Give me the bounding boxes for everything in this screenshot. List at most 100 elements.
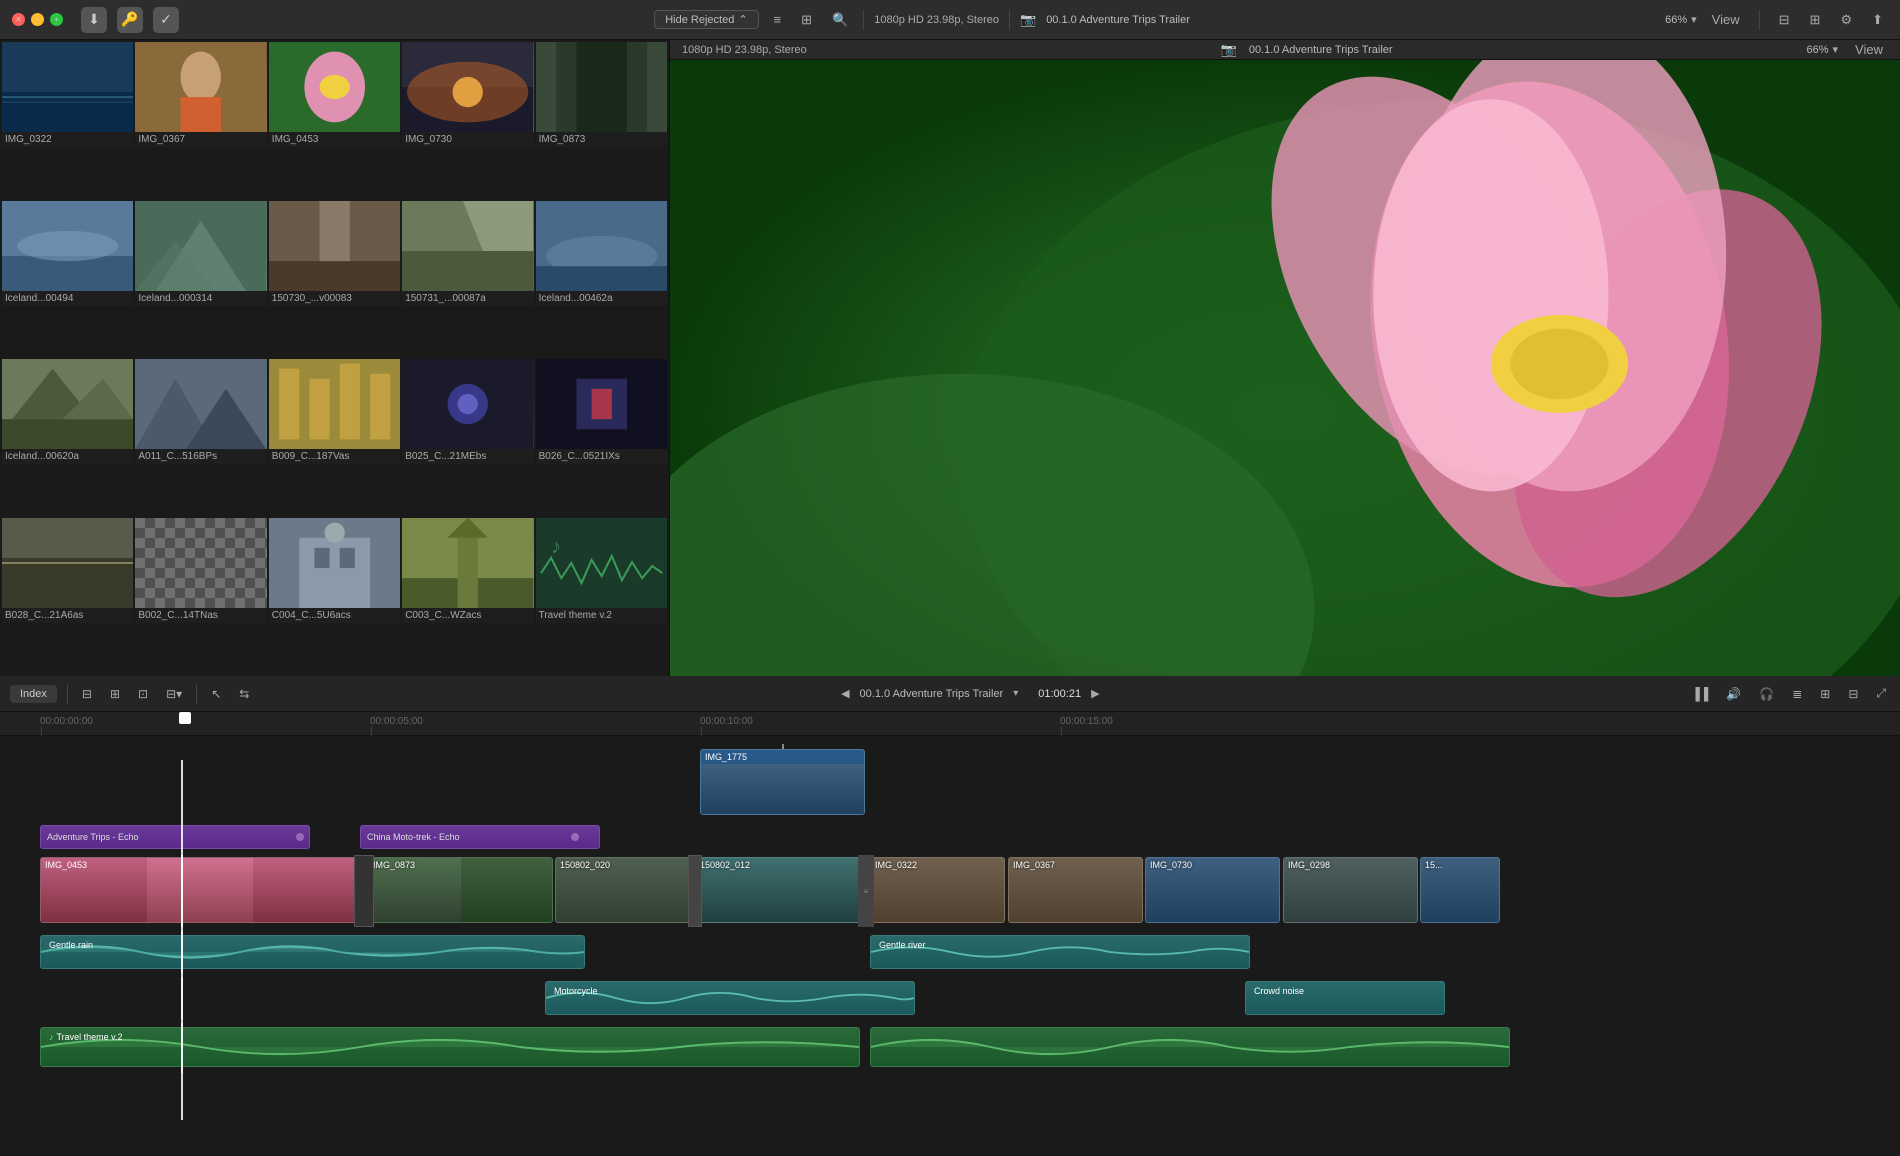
maximize-button[interactable]: + bbox=[50, 13, 63, 26]
video-clip[interactable]: 150802_020 bbox=[555, 857, 695, 923]
tl-layout[interactable]: ⊟ bbox=[1844, 685, 1862, 703]
video-clip[interactable]: IMG_0453 bbox=[40, 857, 360, 923]
grid-icon[interactable]: ⊟ bbox=[1774, 10, 1795, 30]
zoom-label: 66% bbox=[1665, 14, 1687, 26]
media-grid: IMG_0322 IMG_0367 bbox=[0, 40, 669, 676]
tl-adjust[interactable]: ≣ bbox=[1788, 685, 1806, 703]
key-icon[interactable]: 🔑 bbox=[117, 7, 143, 33]
music-clip[interactable]: ♪ Travel theme v.2 bbox=[40, 1027, 860, 1067]
clip-label: IMG_0322 bbox=[871, 858, 921, 872]
audio-clip[interactable]: Gentle rain bbox=[40, 935, 585, 969]
tl-fullscreen[interactable]: ⤢ bbox=[1872, 684, 1890, 703]
tl-nav-next[interactable]: ▶ bbox=[1091, 687, 1099, 700]
hide-rejected-button[interactable]: Hide Rejected ⌃ bbox=[654, 10, 758, 29]
list-item[interactable]: C004_C...5U6acs bbox=[269, 518, 400, 675]
clip-label: IMG_0453 bbox=[41, 858, 91, 872]
dropdown-arrow: ⌃ bbox=[738, 13, 747, 26]
connected-clip-row: IMG_1775 bbox=[0, 744, 1900, 819]
tl-headphones[interactable]: 🎧 bbox=[1755, 685, 1778, 703]
list-item[interactable]: IMG_0367 bbox=[135, 42, 266, 199]
list-item[interactable]: B025_C...21MEbs bbox=[402, 359, 533, 516]
tl-trim-button[interactable]: ⇆ bbox=[235, 685, 253, 703]
list-item[interactable]: Iceland...00494 bbox=[2, 201, 133, 358]
thumbnail bbox=[269, 518, 400, 608]
list-item[interactable]: IMG_0873 bbox=[536, 42, 667, 199]
list-item[interactable]: IMG_0453 bbox=[269, 42, 400, 199]
video-clip[interactable]: IMG_0322 bbox=[870, 857, 1005, 923]
thumbnail bbox=[2, 518, 133, 608]
list-item[interactable]: ♪ Travel theme v.2 bbox=[536, 518, 667, 675]
list-item[interactable]: B026_C...0521IXs bbox=[536, 359, 667, 516]
share-icon[interactable]: ⬆ bbox=[1867, 10, 1888, 30]
list-item[interactable]: B028_C...21A6as bbox=[2, 518, 133, 675]
close-button[interactable]: ✕ bbox=[12, 13, 25, 26]
index-button[interactable]: Index bbox=[10, 685, 57, 703]
waveform-svg bbox=[871, 1028, 1509, 1066]
tl-dropdown-button[interactable]: ⊟▾ bbox=[162, 685, 186, 703]
list-item[interactable]: B002_C...14TNas bbox=[135, 518, 266, 675]
ruler-mark-3: 00:00:15:00 bbox=[1060, 716, 1113, 727]
format-info: 1080p HD 23.98p, Stereo bbox=[874, 14, 999, 26]
media-label: Iceland...00462a bbox=[536, 291, 667, 306]
settings-icon[interactable]: ⚙ bbox=[1835, 10, 1857, 30]
minimize-button[interactable]: − bbox=[31, 13, 44, 26]
library-icon[interactable]: ⬇ bbox=[81, 7, 107, 33]
video-clip[interactable]: IMG_0873 bbox=[368, 857, 553, 923]
video-clip[interactable]: IMG_0730 bbox=[1145, 857, 1280, 923]
audio-clip[interactable]: Motorcycle bbox=[545, 981, 915, 1015]
list-item[interactable]: IMG_0322 bbox=[2, 42, 133, 199]
clip-label: Gentle rain bbox=[43, 938, 99, 952]
list-item[interactable]: A011_C...516BPs bbox=[135, 359, 266, 516]
tl-audio-meter[interactable]: ▐▐ bbox=[1687, 685, 1712, 703]
tl-volume[interactable]: 🔊 bbox=[1722, 685, 1745, 703]
list-item[interactable]: IMG_0730 bbox=[402, 42, 533, 199]
list-item[interactable]: 150730_...v00083 bbox=[269, 201, 400, 358]
tl-select-button[interactable]: ↖ bbox=[207, 685, 225, 703]
video-clip[interactable]: IMG_0298 bbox=[1283, 857, 1418, 923]
tl-nav-prev[interactable]: ◀ bbox=[841, 687, 849, 700]
list-view-button[interactable]: ≡ bbox=[769, 10, 787, 29]
media-label: A011_C...516BPs bbox=[135, 449, 266, 464]
clip-label: 15... bbox=[1421, 858, 1447, 872]
list-item[interactable]: B009_C...187Vas bbox=[269, 359, 400, 516]
preview-toolbar: 1080p HD 23.98p, Stereo 📷 00.1.0 Adventu… bbox=[670, 40, 1900, 60]
list-item[interactable]: Iceland...00462a bbox=[536, 201, 667, 358]
tl-clip-button[interactable]: ⊟ bbox=[78, 685, 96, 703]
check-icon[interactable]: ✓ bbox=[153, 7, 179, 33]
list-item[interactable]: Iceland...00620a bbox=[2, 359, 133, 516]
layout-icon[interactable]: ⊞ bbox=[1805, 10, 1826, 30]
video-clip[interactable]: 15... bbox=[1420, 857, 1500, 923]
tl-clip-view[interactable]: ⊞ bbox=[1816, 685, 1834, 703]
music-clip[interactable] bbox=[870, 1027, 1510, 1067]
camera-icon: 📷 bbox=[1020, 12, 1036, 28]
tl-arrow-button[interactable]: ⊡ bbox=[134, 685, 152, 703]
list-item[interactable]: 150731_...00087a bbox=[402, 201, 533, 358]
audio-clip[interactable]: Gentle river bbox=[870, 935, 1250, 969]
clip-label: IMG_0873 bbox=[369, 858, 419, 872]
thumbnail bbox=[135, 42, 266, 132]
ruler-mark-2: 00:00:10:00 bbox=[700, 716, 753, 727]
tl-dropdown-icon[interactable]: ▾ bbox=[1013, 688, 1018, 699]
view-button[interactable]: View bbox=[1850, 40, 1888, 59]
tl-blade-button[interactable]: ⊞ bbox=[106, 685, 124, 703]
video-clip[interactable]: IMG_0367 bbox=[1008, 857, 1143, 923]
clip[interactable]: China Moto-trek - Echo bbox=[360, 825, 600, 849]
transition-strip bbox=[688, 855, 702, 927]
audio-clip[interactable]: Crowd noise bbox=[1245, 981, 1445, 1015]
search-button[interactable]: 🔍 bbox=[827, 10, 853, 30]
media-label: 150730_...v00083 bbox=[269, 291, 400, 306]
clip-label: IMG_1775 bbox=[701, 750, 864, 764]
clip[interactable]: Adventure Trips - Echo bbox=[40, 825, 310, 849]
connected-clip[interactable]: IMG_1775 bbox=[700, 749, 865, 815]
filmstrip-view-button[interactable]: ⊞ bbox=[796, 10, 817, 30]
video-clip[interactable]: 150802_012 bbox=[695, 857, 870, 923]
clip-label: IMG_0730 bbox=[1146, 858, 1196, 872]
clip-thumbnail bbox=[701, 764, 864, 814]
zoom-chevron: ▾ bbox=[1833, 43, 1839, 56]
list-item[interactable]: C003_C...WZacs bbox=[402, 518, 533, 675]
zoom-control[interactable]: 66% ▾ bbox=[1665, 13, 1697, 26]
zoom-selector[interactable]: 66% ▾ bbox=[1806, 43, 1838, 56]
list-item[interactable]: Iceland...000314 bbox=[135, 201, 266, 358]
view-button[interactable]: View bbox=[1707, 10, 1745, 29]
preview-canvas: Adventure Trips Live the dream ADVENTURE… bbox=[670, 60, 1900, 676]
